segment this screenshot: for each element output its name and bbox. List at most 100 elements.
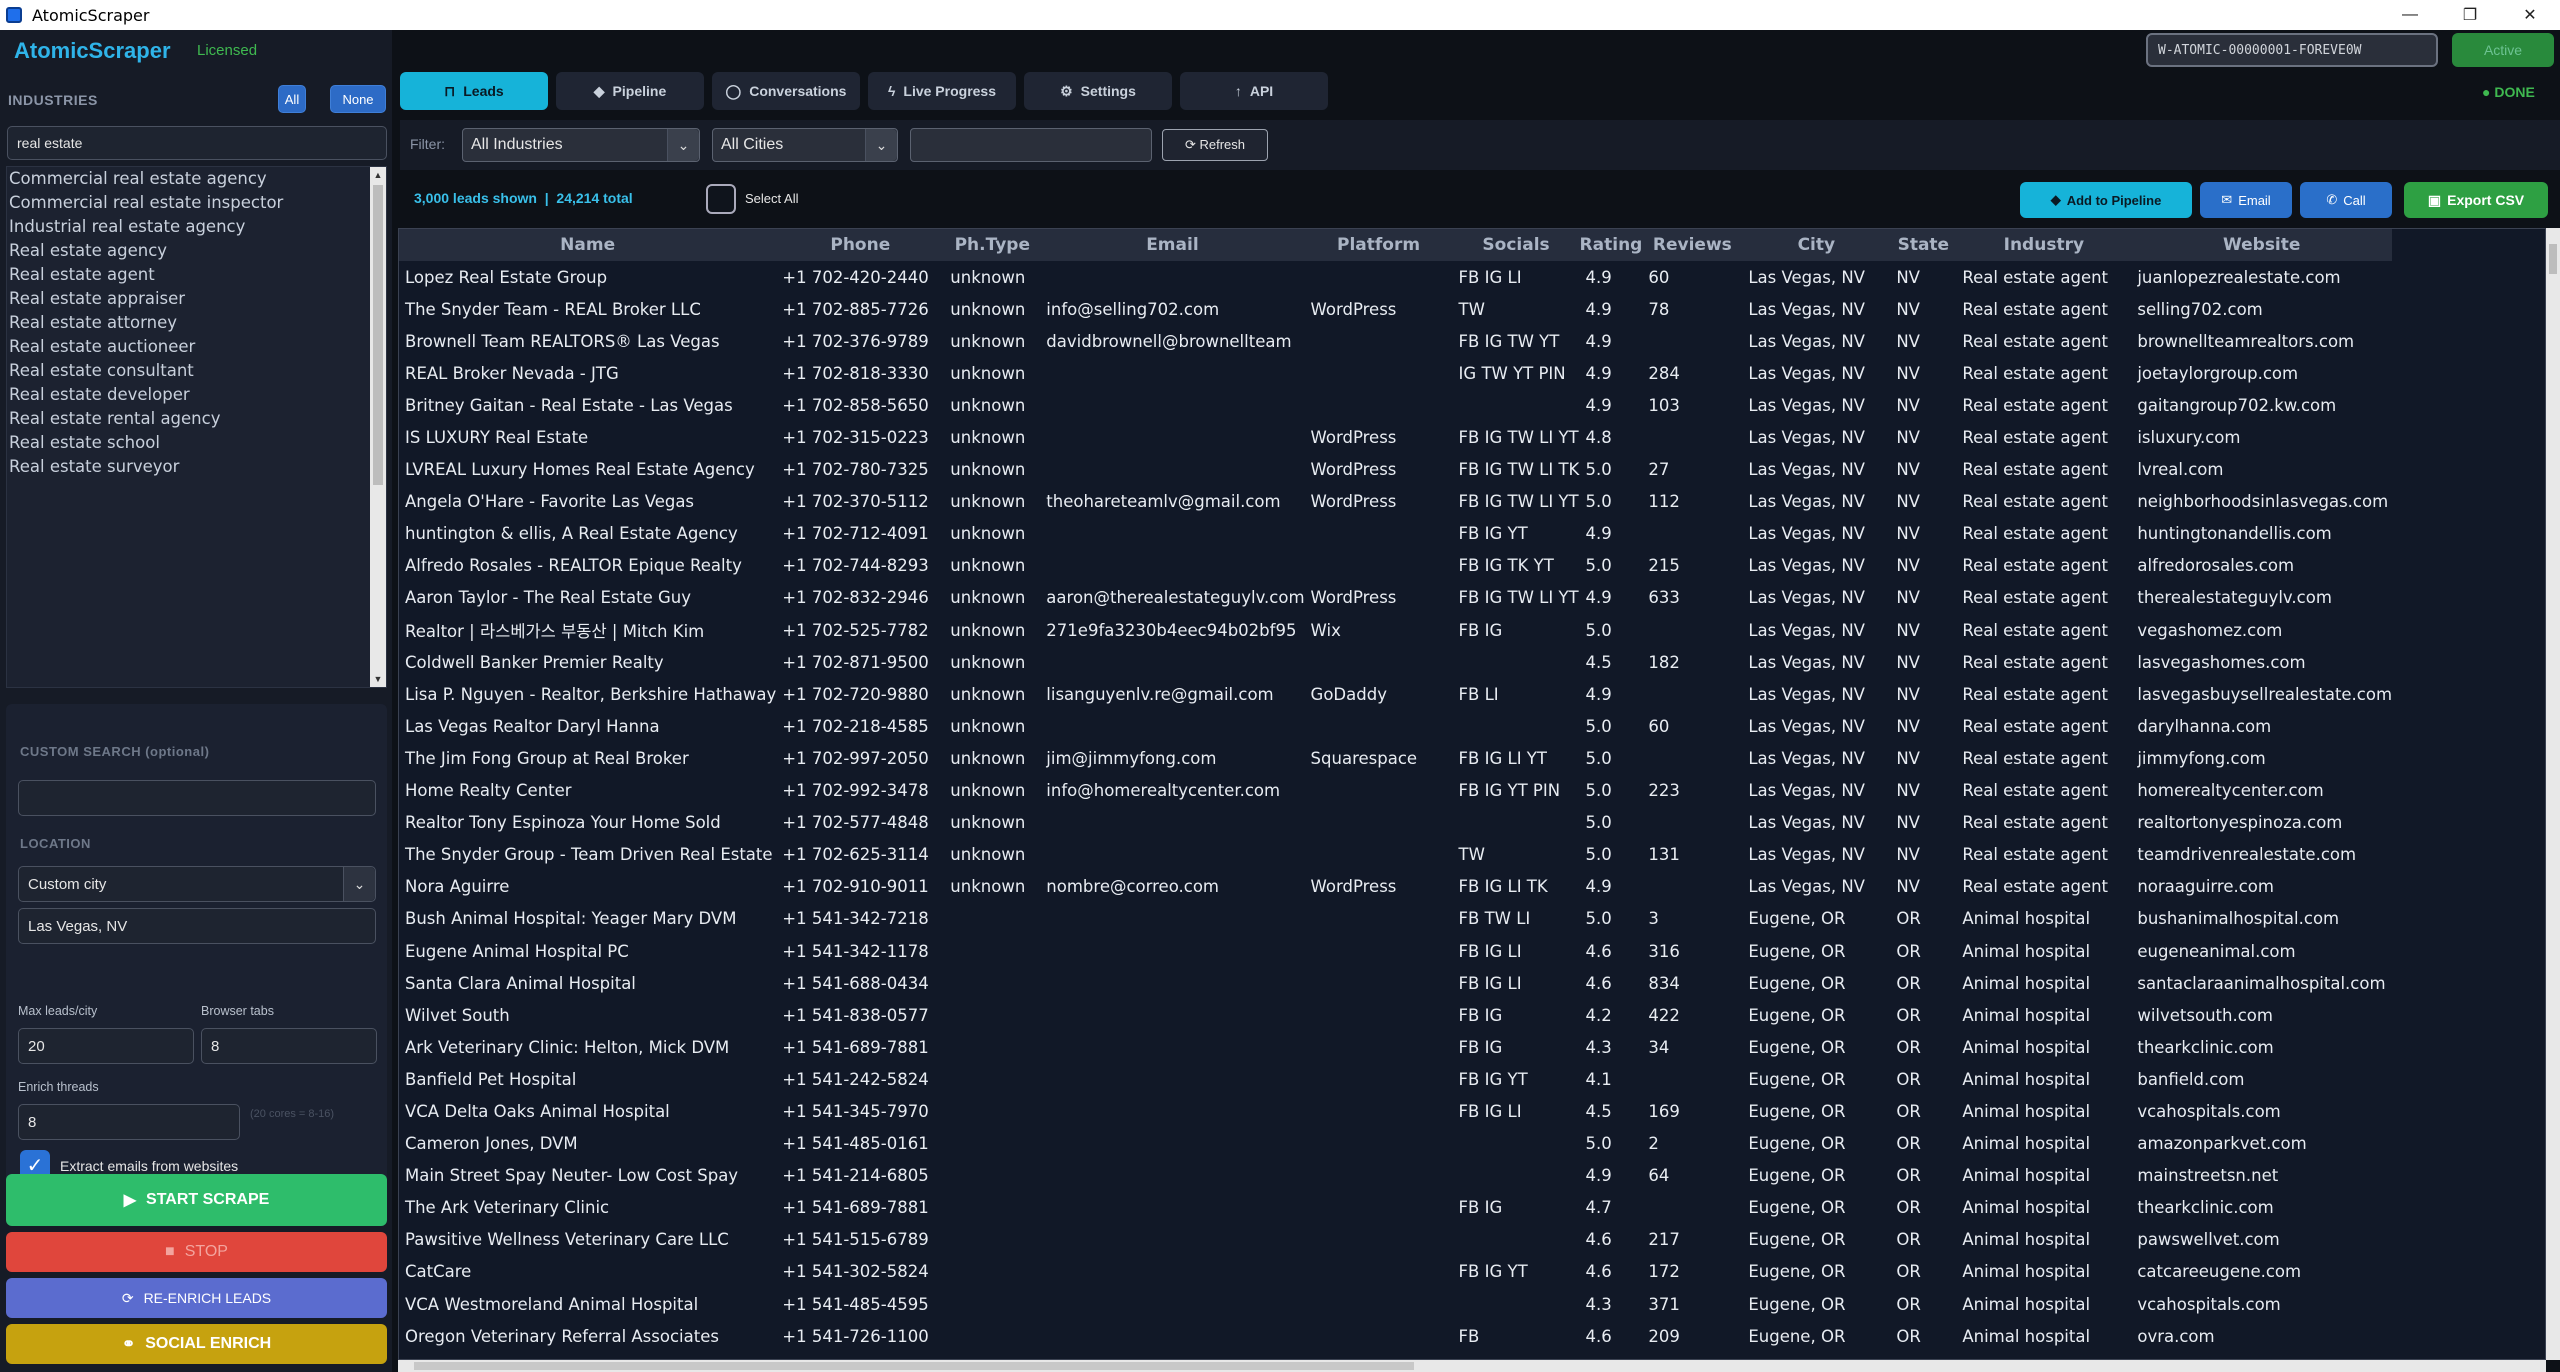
table-row[interactable]: The Snyder Group - Team Driven Real Esta… <box>399 839 2392 871</box>
tab-settings[interactable]: ⚙ Settings <box>1024 72 1172 110</box>
tab-api[interactable]: ↑ API <box>1180 72 1328 110</box>
table-row[interactable]: Home Realty Center +1 702-992-3478 unknown… <box>399 775 2392 807</box>
location-mode-select[interactable]: Custom city ⌄ <box>18 866 376 902</box>
table-row[interactable]: Angela O'Hare - Favorite Las Vegas +1 702… <box>399 486 2392 518</box>
scroll-down-icon[interactable]: ▼ <box>370 671 386 687</box>
column-header[interactable]: Website <box>2131 229 2393 261</box>
call-button[interactable]: ✆ Call <box>2300 182 2392 218</box>
table-vertical-scrollbar[interactable] <box>2546 228 2560 1360</box>
industry-list-item[interactable]: Real estate appraiser <box>7 287 386 311</box>
table-row[interactable]: Brownell Team REALTORS® Las Vegas +1 702-… <box>399 325 2392 357</box>
industry-filter-select[interactable]: All Industries ⌄ <box>462 128 700 162</box>
industry-list-item[interactable]: Real estate school <box>7 431 386 455</box>
column-header[interactable]: Name <box>399 229 777 261</box>
table-row[interactable]: Nora Aguirre +1 702-910-9011 unknown nombre… <box>399 871 2392 903</box>
table-row[interactable]: Coldwell Banker Premier Realty +1 702-871… <box>399 646 2392 678</box>
industry-list-item[interactable]: Real estate developer <box>7 383 386 407</box>
column-header[interactable]: Reviews <box>1642 229 1743 261</box>
column-header[interactable]: Ph.Type <box>944 229 1041 261</box>
column-header[interactable]: Phone <box>776 229 945 261</box>
table-row[interactable]: Lisa P. Nguyen - Realtor, Berkshire Hath… <box>399 678 2392 710</box>
table-row[interactable]: Bush Animal Hospital: Yeager Mary DVM +1 … <box>399 903 2392 935</box>
table-row[interactable]: CatCare +1 541-302-5824 FB IG YT 4.6 172 Euge… <box>399 1256 2392 1288</box>
table-horizontal-scrollbar[interactable] <box>398 1360 2546 1372</box>
leads-table-container[interactable]: Name Phone Ph.Type Email Platform Socials Rati… <box>398 228 2546 1360</box>
industry-list-item[interactable]: Industrial real estate agency <box>7 215 386 239</box>
scrollbar-thumb[interactable] <box>2549 244 2557 274</box>
column-header[interactable]: City <box>1742 229 1891 261</box>
select-all-checkbox[interactable] <box>706 184 736 214</box>
tab-live-progress[interactable]: ϟ Live Progress <box>868 72 1016 110</box>
table-row[interactable]: The Jim Fong Group at Real Broker +1 702-… <box>399 742 2392 774</box>
location-input[interactable]: Las Vegas, NV <box>18 908 376 944</box>
custom-search-input[interactable] <box>18 780 376 816</box>
industry-list-item[interactable]: Commercial real estate agency <box>7 167 386 191</box>
table-row[interactable]: Cameron Jones, DVM +1 541-485-0161 5.0 2 Eug… <box>399 1128 2392 1160</box>
table-row[interactable]: REAL Broker Nevada - JTG +1 702-818-3330 u… <box>399 357 2392 389</box>
column-header[interactable]: State <box>1890 229 1957 261</box>
table-row[interactable]: LVREAL Luxury Homes Real Estate Agency +1… <box>399 454 2392 486</box>
table-row[interactable]: The Snyder Team - REAL Broker LLC +1 702-… <box>399 293 2392 325</box>
select-none-industries-button[interactable]: None <box>330 85 386 113</box>
table-row[interactable]: Banfield Pet Hospital +1 541-242-5824 FB I… <box>399 1063 2392 1095</box>
chevron-down-icon[interactable]: ⌄ <box>865 129 897 161</box>
enrich-threads-input[interactable]: 8 <box>18 1104 240 1140</box>
industry-list-scrollbar[interactable]: ▲ ▼ <box>370 167 386 687</box>
maximize-icon[interactable]: ❐ <box>2440 0 2500 30</box>
license-key-input[interactable]: W-ATOMIC-00000001-FOREVE0W <box>2146 33 2438 67</box>
industry-list-item[interactable]: Commercial real estate inspector <box>7 191 386 215</box>
table-row[interactable]: huntington & ellis, A Real Estate Agency… <box>399 518 2392 550</box>
select-all-industries-button[interactable]: All <box>278 85 306 113</box>
industry-list-item[interactable]: Real estate consultant <box>7 359 386 383</box>
close-icon[interactable]: ✕ <box>2500 0 2560 30</box>
table-row[interactable]: Realtor | 라스베가스 부동산 | Mitch Kim +1 702-52… <box>399 614 2392 646</box>
table-row[interactable]: Lopez Real Estate Group +1 702-420-2440 un… <box>399 261 2392 293</box>
table-row[interactable]: Santa Clara Animal Hospital +1 541-688-04… <box>399 967 2392 999</box>
column-header[interactable]: Rating <box>1579 229 1643 261</box>
table-row[interactable]: Main Street Spay Neuter- Low Cost Spay +1… <box>399 1160 2392 1192</box>
scrollbar-thumb[interactable] <box>414 1362 1414 1370</box>
scroll-up-icon[interactable]: ▲ <box>370 167 386 183</box>
table-row[interactable]: VCA Delta Oaks Animal Hospital +1 541-345… <box>399 1095 2392 1127</box>
scrollbar-thumb[interactable] <box>373 185 383 485</box>
table-row[interactable]: Britney Gaitan - Real Estate - Las Vegas… <box>399 389 2392 421</box>
industry-list-item[interactable]: Real estate attorney <box>7 311 386 335</box>
add-to-pipeline-button[interactable]: ◆ Add to Pipeline <box>2020 182 2192 218</box>
column-header[interactable]: Socials <box>1452 229 1580 261</box>
table-row[interactable]: Ark Veterinary Clinic: Helton, Mick DVM +… <box>399 1031 2392 1063</box>
minimize-icon[interactable]: — <box>2380 0 2440 30</box>
export-csv-button[interactable]: ▣ Export CSV <box>2404 182 2548 218</box>
chevron-down-icon[interactable]: ⌄ <box>343 867 375 901</box>
city-filter-select[interactable]: All Cities ⌄ <box>712 128 898 162</box>
table-row[interactable]: VCA Westmoreland Animal Hospital +1 541-4… <box>399 1288 2392 1320</box>
tab-conversations[interactable]: ◯ Conversations <box>712 72 860 110</box>
table-row[interactable]: Wilvet South +1 541-838-0577 FB IG 4.2 422 Eu… <box>399 999 2392 1031</box>
table-row[interactable]: The Ark Veterinary Clinic +1 541-689-7881… <box>399 1192 2392 1224</box>
refresh-button[interactable]: ⟳ Refresh <box>1162 129 1268 161</box>
industry-list-item[interactable]: Real estate surveyor <box>7 455 386 479</box>
column-header[interactable]: Email <box>1040 229 1305 261</box>
filter-search-input[interactable] <box>910 128 1152 162</box>
table-row[interactable]: Aaron Taylor - The Real Estate Guy +1 702… <box>399 582 2392 614</box>
stop-button[interactable]: ■ STOP <box>6 1232 387 1272</box>
industry-list-item[interactable]: Real estate auctioneer <box>7 335 386 359</box>
table-row[interactable]: Realtor Tony Espinoza Your Home Sold +1 7… <box>399 807 2392 839</box>
table-row[interactable]: IS LUXURY Real Estate +1 702-315-0223 unkn… <box>399 421 2392 453</box>
table-row[interactable]: Eugene Animal Hospital PC +1 541-342-1178… <box>399 935 2392 967</box>
reenrich-leads-button[interactable]: ⟳ RE-ENRICH LEADS <box>6 1278 387 1318</box>
industry-list-item[interactable]: Real estate agency <box>7 239 386 263</box>
tab-leads[interactable]: ⊓ Leads <box>400 72 548 110</box>
column-header[interactable]: Industry <box>1956 229 2132 261</box>
table-row[interactable]: Oregon Veterinary Referral Associates +1 … <box>399 1320 2392 1352</box>
email-button[interactable]: ✉ Email <box>2200 182 2292 218</box>
industry-search-input[interactable]: real estate <box>7 126 387 160</box>
industry-list-item[interactable]: Real estate agent <box>7 263 386 287</box>
browser-tabs-input[interactable]: 8 <box>201 1028 377 1064</box>
table-row[interactable]: Alfredo Rosales - REALTOR Epique Realty +… <box>399 550 2392 582</box>
social-enrich-button[interactable]: ⚭ SOCIAL ENRICH <box>6 1324 387 1364</box>
industry-list[interactable]: Commercial real estate agency Commercial … <box>6 166 387 688</box>
column-header[interactable]: Platform <box>1304 229 1453 261</box>
table-row[interactable]: Pawsitive Wellness Veterinary Care LLC +1… <box>399 1224 2392 1256</box>
chevron-down-icon[interactable]: ⌄ <box>667 129 699 161</box>
max-leads-input[interactable]: 20 <box>18 1028 194 1064</box>
